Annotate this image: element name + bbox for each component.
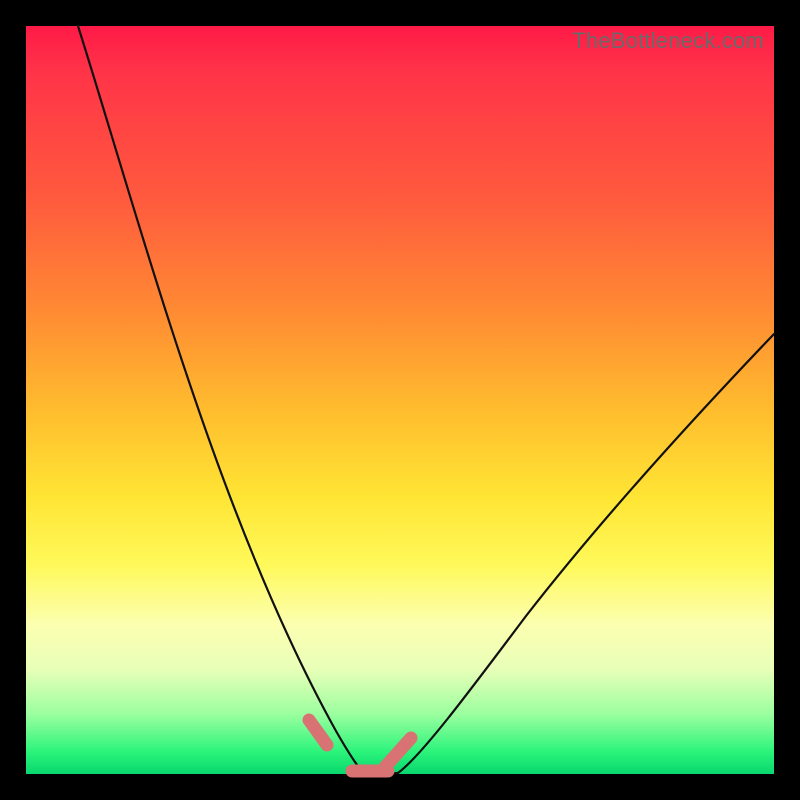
marker-dash-left [309,720,327,745]
curve-left [78,26,361,770]
curve-right [398,334,774,773]
chart-svg [26,26,774,774]
plot-area: TheBottleneck.com [26,26,774,774]
chart-frame: TheBottleneck.com [0,0,800,800]
marker-dash-right [385,738,411,767]
